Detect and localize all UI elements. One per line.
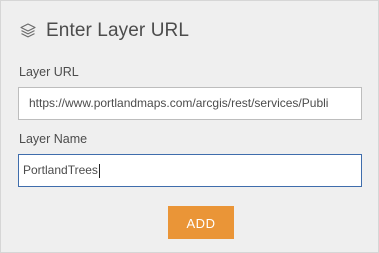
add-button[interactable]: ADD [168,206,234,239]
layer-name-input[interactable]: PortlandTrees [18,154,362,187]
layers-icon [19,22,37,40]
text-caret [98,163,100,178]
layer-url-value: https://www.portlandmaps.com/arcgis/rest… [29,96,329,110]
layer-url-label: Layer URL [19,65,79,79]
layer-url-input[interactable]: https://www.portlandmaps.com/arcgis/rest… [18,87,362,120]
layer-name-label: Layer Name [19,132,88,146]
layer-name-value: PortlandTrees [23,163,98,177]
panel-title: Enter Layer URL [46,20,190,41]
enter-layer-url-panel: Enter Layer URL Layer URL https://www.po… [0,0,379,253]
panel-header: Enter Layer URL [19,18,189,44]
